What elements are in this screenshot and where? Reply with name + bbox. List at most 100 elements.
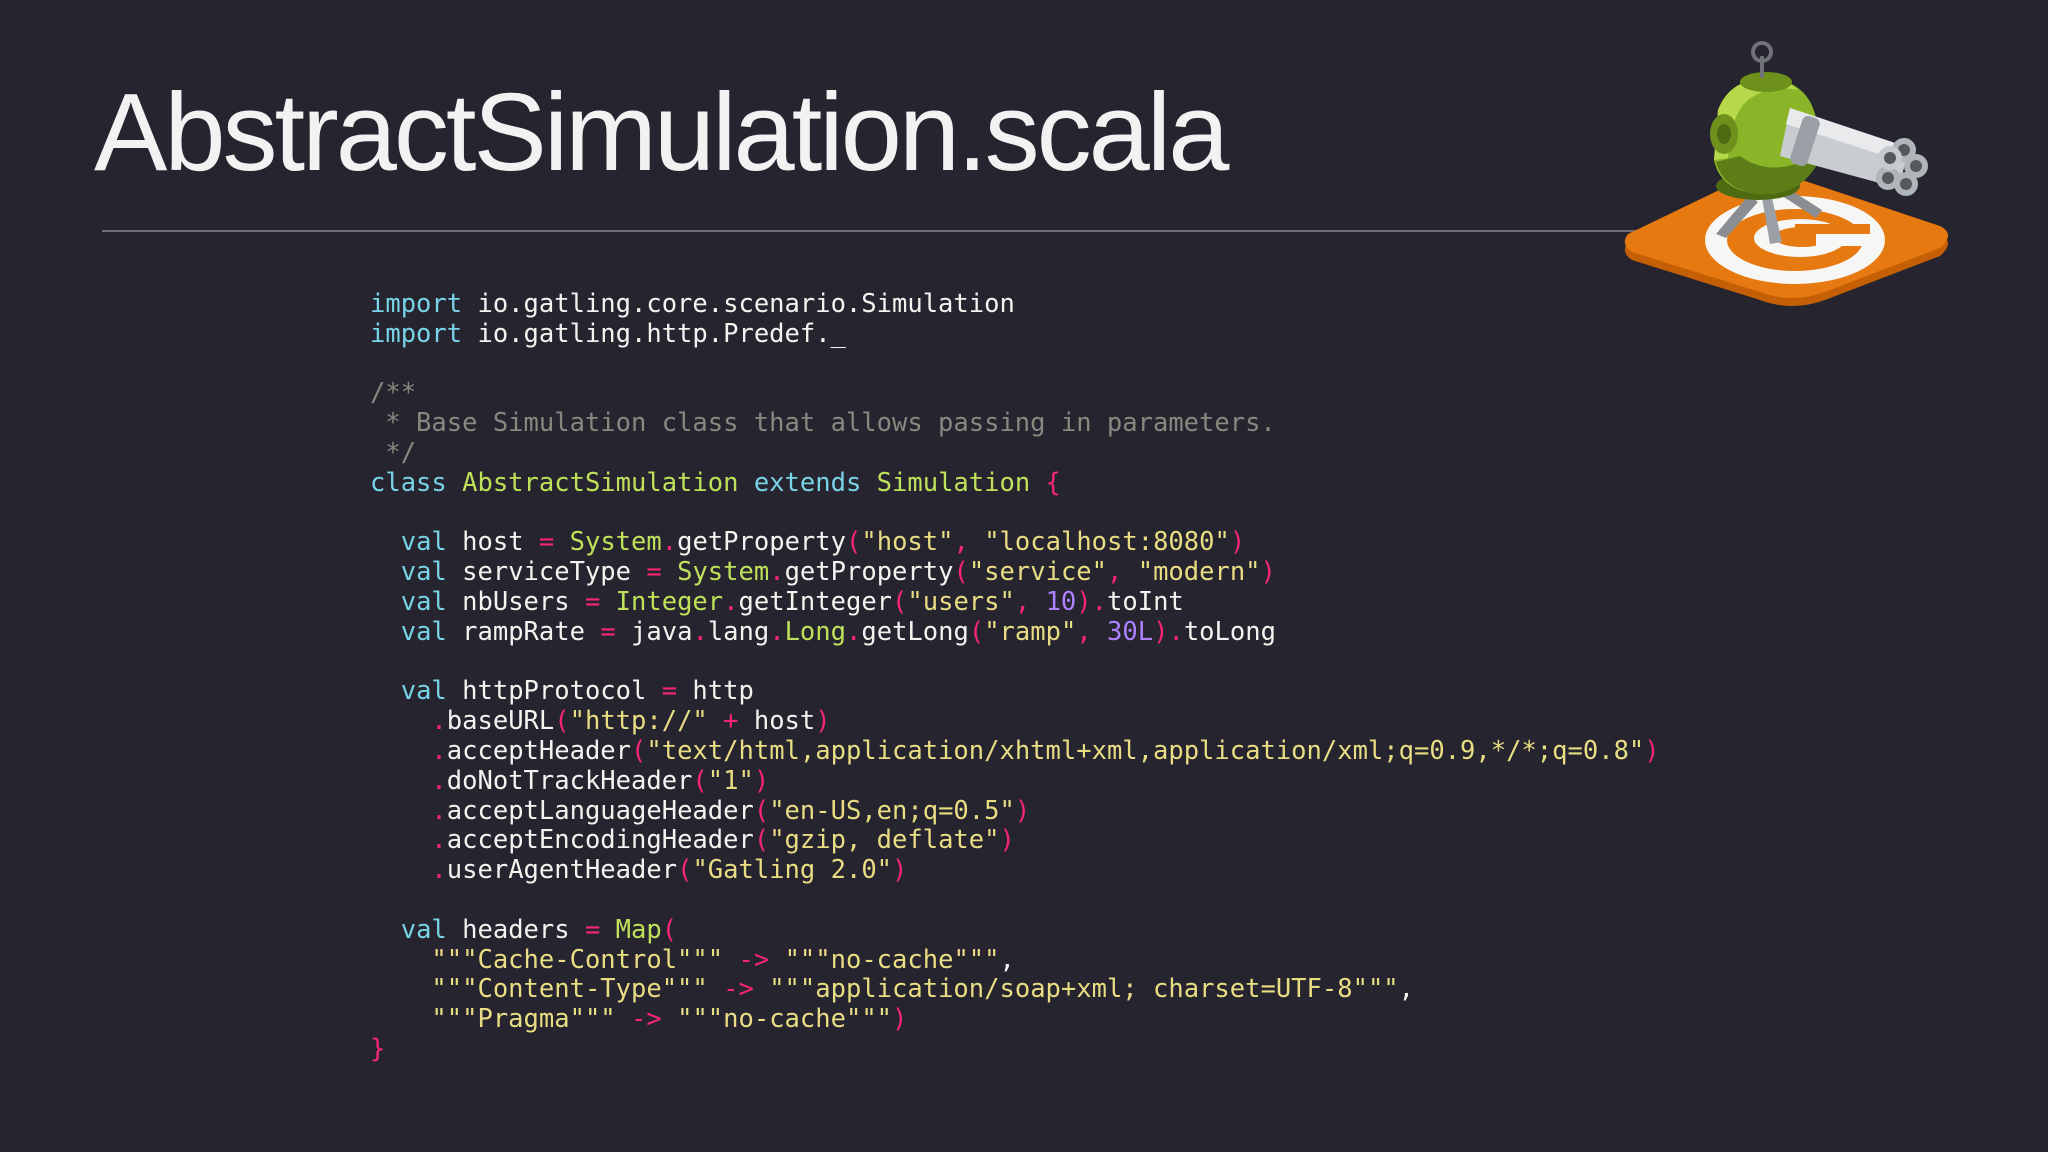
code-token: io.gatling.core.scenario.Simulation (462, 289, 1015, 319)
code-token: , (1107, 557, 1123, 588)
code-token: } (370, 1033, 386, 1064)
code-line: .acceptEncodingHeader("gzip, deflate") (370, 825, 1660, 856)
code-line: val nbUsers = Integer.getInteger("users"… (370, 586, 1660, 618)
code-token: = (646, 557, 662, 588)
code-token: getProperty (784, 557, 954, 588)
code-line: """Pragma""" -> """no-cache""") (370, 1004, 1660, 1035)
code-token: , (1014, 586, 1031, 617)
code-token: Map (615, 914, 662, 945)
code-line: class AbstractSimulation extends Simulat… (370, 467, 1660, 499)
code-token: acceptLanguageHeader (446, 795, 754, 826)
code-token: "localhost:8080" (984, 527, 1230, 558)
code-line: */ (370, 437, 1660, 469)
code-line: val httpProtocol = http (370, 676, 1660, 707)
code-token: . (431, 855, 447, 886)
code-token: . (723, 586, 739, 617)
code-token: ) (999, 825, 1015, 856)
code-token: AbstractSimulation (462, 467, 754, 498)
code-token: """Pragma""" (431, 1004, 616, 1035)
code-token: class (370, 467, 463, 498)
code-token: host (738, 706, 816, 737)
code-token: . (661, 527, 678, 558)
code-token: ) (1229, 527, 1246, 558)
code-token: import (370, 289, 463, 319)
code-token: ( (892, 586, 908, 617)
code-token: ( (846, 527, 862, 558)
code-token: ) (1260, 557, 1276, 588)
code-token: = (584, 586, 601, 617)
code-token: serviceType (446, 557, 647, 588)
code-token: ) (892, 1004, 908, 1035)
code-line: .acceptHeader("text/html,application/xht… (370, 735, 1659, 767)
code-line: """Cache-Control""" -> """no-cache""", (370, 944, 1660, 976)
code-token: val (400, 527, 447, 558)
code-token: "gzip, deflate" (769, 825, 1000, 856)
code-token: userAgentHeader (446, 855, 678, 886)
code-token: + (723, 706, 739, 737)
code-token: . (431, 765, 447, 796)
code-token: lang (707, 616, 770, 647)
code-token: System (677, 557, 770, 588)
code-token: "service" (968, 557, 1107, 588)
code-token: """no-cache""" (677, 1004, 893, 1035)
code-token: , (999, 944, 1015, 975)
code-token: . (769, 557, 785, 588)
code-token: acceptEncodingHeader (446, 825, 754, 856)
code-token: ) (892, 855, 908, 886)
code-token: , (1398, 974, 1415, 1005)
code-token: . (431, 825, 447, 856)
code-token: ( (953, 557, 969, 588)
code-token: """no-cache""" (784, 944, 1000, 975)
code-token: """application/soap+xml; charset=UTF-8""… (769, 974, 1399, 1005)
code-line: .doNotTrackHeader("1") (370, 765, 1660, 797)
code-token: "Gatling 2.0" (692, 855, 893, 886)
code-line: * Base Simulation class that allows pass… (370, 408, 1660, 439)
code-line: } (370, 1033, 1660, 1065)
code-token: """Cache-Control""" (431, 944, 724, 975)
code-token: . (431, 735, 447, 766)
code-token: "1" (707, 765, 754, 796)
code-token: "users" (907, 586, 1015, 617)
code-token: ( (677, 855, 693, 886)
code-token: Long (784, 616, 846, 647)
code-token: = (661, 676, 678, 707)
code-token: "ramp" (984, 616, 1077, 647)
code-line: .baseURL("http://" + host) (370, 706, 1660, 737)
code-token: Integer (615, 586, 724, 617)
code-line: .acceptLanguageHeader("en-US,en;q=0.5") (370, 795, 1660, 827)
code-token: baseURL (446, 706, 555, 737)
code-token: , (1076, 616, 1092, 647)
code-token: /** (370, 378, 417, 409)
gatling-logo-icon (1620, 38, 1960, 318)
code-token: 10 (1045, 586, 1077, 617)
code-token: "http://" (569, 706, 708, 737)
code-token: "modern" (1137, 557, 1261, 588)
code-token: System (569, 527, 662, 558)
code-token: ( (554, 706, 570, 737)
code-token: val (400, 557, 447, 588)
code-line: val headers = Map( (370, 914, 1660, 946)
code-token: = (584, 914, 601, 945)
code-token: */ (370, 437, 417, 468)
code-token: ( (661, 914, 678, 945)
code-token: rampRate (446, 616, 601, 647)
code-token: "text/html,application/xhtml+xml,applica… (646, 735, 1645, 766)
